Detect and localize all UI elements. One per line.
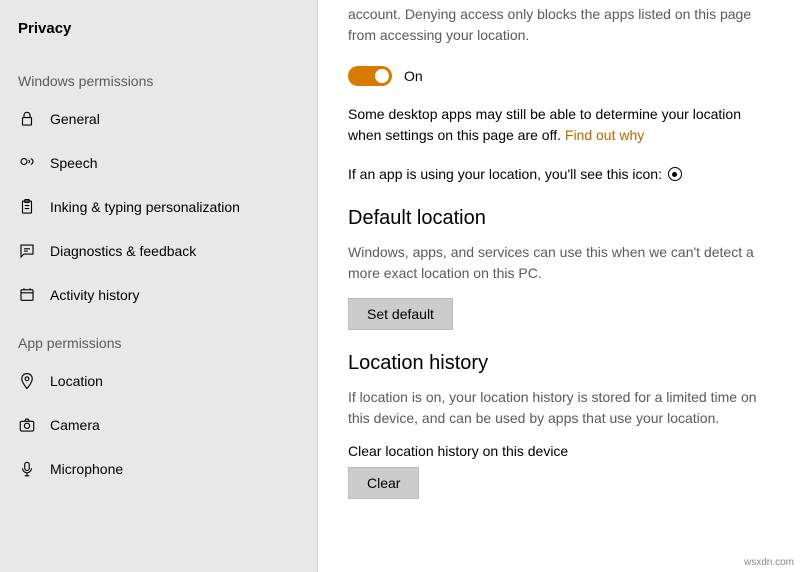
sidebar-item-label: Inking & typing personalization bbox=[50, 199, 240, 215]
microphone-icon bbox=[18, 460, 36, 478]
sidebar-item-speech[interactable]: Speech bbox=[0, 141, 317, 185]
location-toggle[interactable] bbox=[348, 66, 392, 86]
intro-text: account. Denying access only blocks the … bbox=[348, 0, 770, 46]
sidebar-item-location[interactable]: Location bbox=[0, 359, 317, 403]
default-location-desc: Windows, apps, and services can use this… bbox=[348, 242, 770, 284]
watermark: wsxdn.com bbox=[744, 557, 794, 568]
toggle-state-label: On bbox=[404, 68, 423, 84]
location-history-title: Location history bbox=[348, 352, 770, 375]
speech-icon bbox=[18, 154, 36, 172]
sidebar-item-label: General bbox=[50, 111, 100, 127]
content-pane: account. Denying access only blocks the … bbox=[318, 0, 800, 572]
lock-icon bbox=[18, 110, 36, 128]
location-pin-icon bbox=[18, 372, 36, 390]
find-out-why-link[interactable]: Find out why bbox=[565, 127, 644, 143]
location-usage-text: If an app is using your location, you'll… bbox=[348, 164, 770, 185]
sidebar-item-label: Location bbox=[50, 373, 103, 389]
using-text: If an app is using your location, you'll… bbox=[348, 166, 662, 182]
clear-history-label: Clear location history on this device bbox=[348, 443, 770, 459]
sidebar-item-label: Microphone bbox=[50, 461, 123, 477]
section-windows-permissions: Windows permissions bbox=[0, 55, 317, 97]
location-toggle-row: On bbox=[348, 66, 770, 86]
section-app-permissions: App permissions bbox=[0, 317, 317, 359]
location-in-use-icon bbox=[668, 167, 682, 181]
sidebar-item-diagnostics[interactable]: Diagnostics & feedback bbox=[0, 229, 317, 273]
sidebar-item-label: Speech bbox=[50, 155, 97, 171]
sidebar-item-inking[interactable]: Inking & typing personalization bbox=[0, 185, 317, 229]
sidebar-item-label: Diagnostics & feedback bbox=[50, 243, 196, 259]
sidebar-item-camera[interactable]: Camera bbox=[0, 403, 317, 447]
history-icon bbox=[18, 286, 36, 304]
clear-button[interactable]: Clear bbox=[348, 467, 419, 499]
set-default-button[interactable]: Set default bbox=[348, 298, 453, 330]
page-title: Privacy bbox=[0, 14, 317, 55]
feedback-icon bbox=[18, 242, 36, 260]
desktop-apps-warning: Some desktop apps may still be able to d… bbox=[348, 104, 770, 146]
sidebar-item-general[interactable]: General bbox=[0, 97, 317, 141]
camera-icon bbox=[18, 416, 36, 434]
sidebar: Privacy Windows permissions General Spee… bbox=[0, 0, 318, 572]
clipboard-icon bbox=[18, 198, 36, 216]
sidebar-item-microphone[interactable]: Microphone bbox=[0, 447, 317, 491]
sidebar-item-activity[interactable]: Activity history bbox=[0, 273, 317, 317]
sidebar-item-label: Activity history bbox=[50, 287, 139, 303]
warning-text: Some desktop apps may still be able to d… bbox=[348, 106, 741, 143]
default-location-title: Default location bbox=[348, 207, 770, 230]
location-history-desc: If location is on, your location history… bbox=[348, 387, 770, 429]
sidebar-item-label: Camera bbox=[50, 417, 100, 433]
